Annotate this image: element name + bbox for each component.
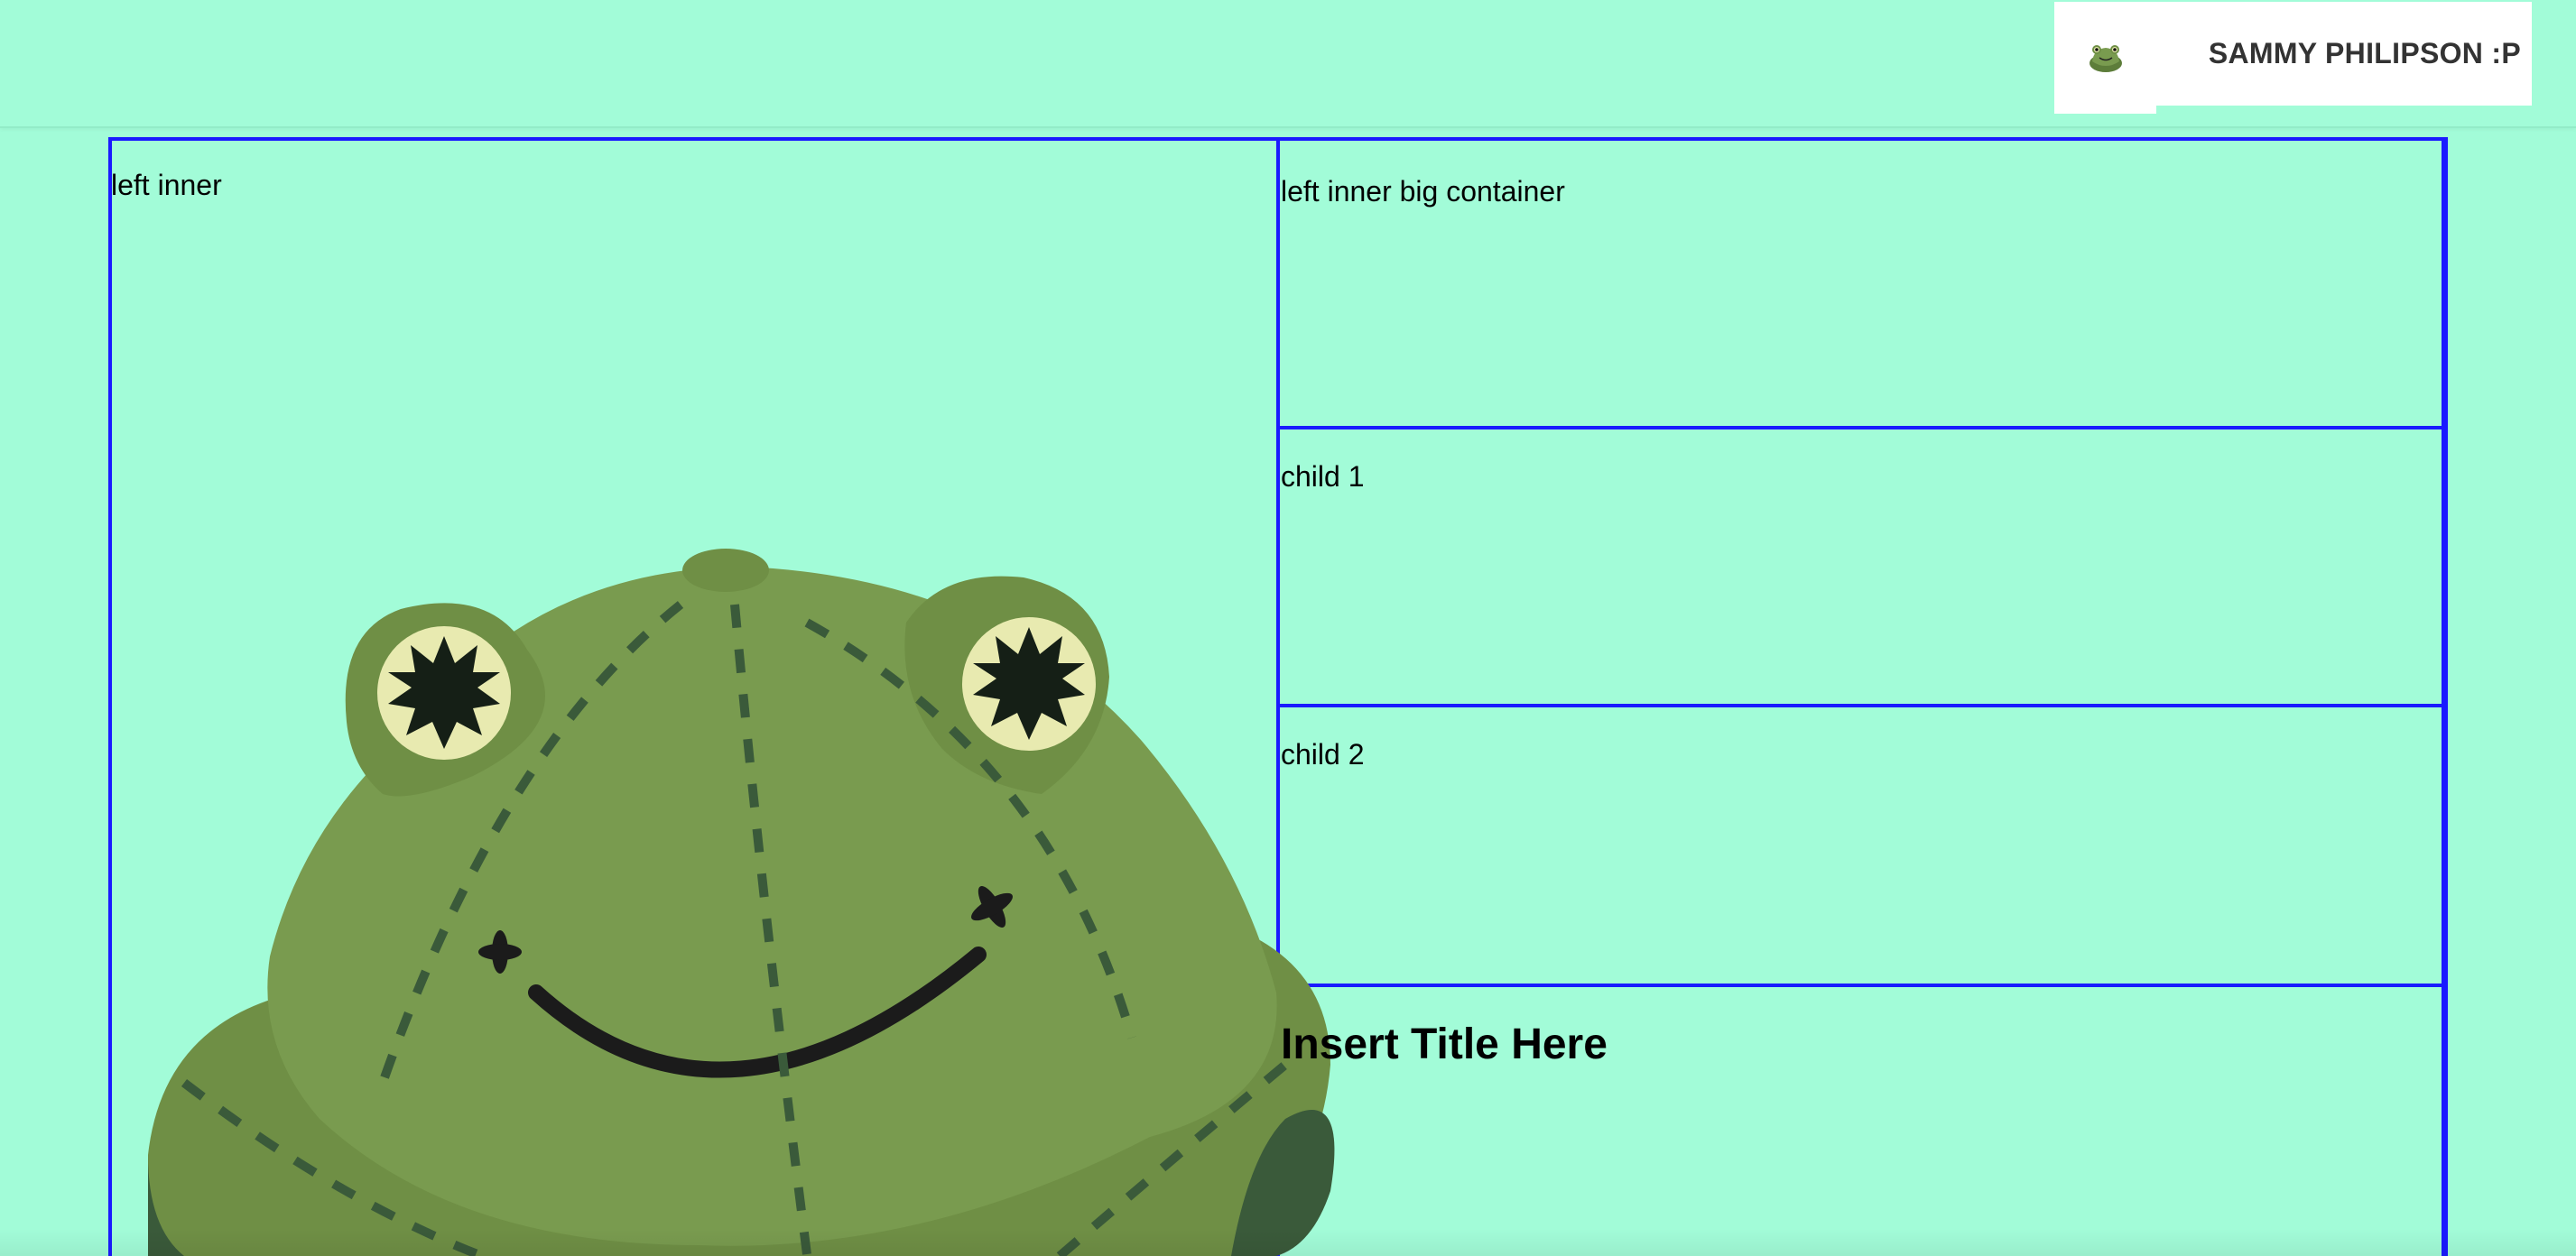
big-container-label: left inner big container [1281,175,1565,208]
child-2-cell [1280,707,2442,987]
section-title: Insert Title Here [1281,1020,1608,1068]
top-navigation-bar: SAMMY PHILIPSON :P [0,0,2576,128]
user-name-box[interactable]: SAMMY PHILIPSON :P [2156,2,2532,106]
logo-button[interactable] [2054,2,2156,114]
frog-icon [2089,45,2122,72]
page-root: SAMMY PHILIPSON :P left inner left inner… [0,0,2576,1256]
user-name: SAMMY PHILIPSON :P [2208,37,2521,69]
left-inner-label: left inner [111,169,222,201]
frog-hat-illustration [112,451,1376,1256]
child-1-cell [1280,429,2442,707]
